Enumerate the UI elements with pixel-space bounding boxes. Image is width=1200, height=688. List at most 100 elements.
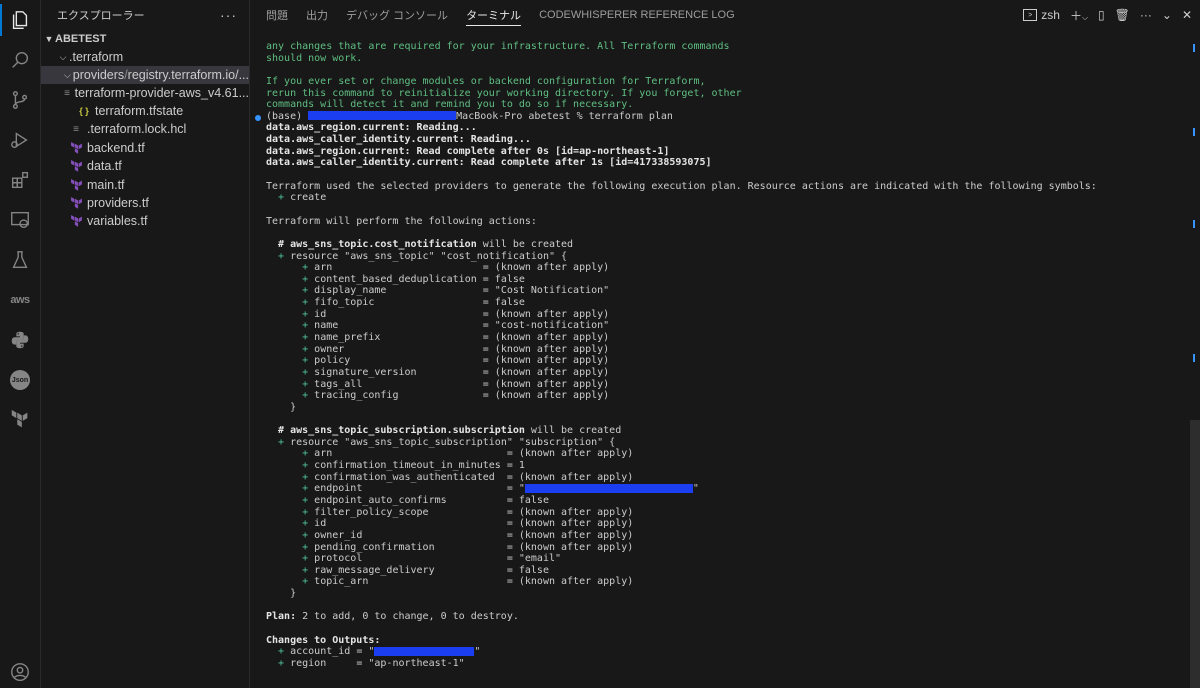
terminal-line: + endpoint_auto_confirms = false — [266, 495, 1180, 507]
terraform-file-icon — [69, 214, 83, 228]
remote-explorer-icon[interactable] — [8, 208, 32, 232]
terminal-text: rerun this command to reinitialize your … — [266, 87, 742, 99]
terminal-line: + owner = (known after apply) — [266, 344, 1180, 356]
terminal-line: + region = "ap-northeast-1" — [266, 658, 1180, 670]
more-actions-icon[interactable]: ··· — [220, 7, 237, 23]
chevron-down-icon[interactable]: ⌄ — [1162, 8, 1172, 22]
terminal-line: + resource "aws_sns_topic_subscription" … — [266, 437, 1180, 449]
terminal-text: endpoint = " — [308, 483, 525, 495]
terminal-text: should now work. — [266, 52, 363, 64]
terminal-text: data.aws_caller_identity.current: Read c… — [266, 157, 712, 169]
terminal-line: + owner_id = (known after apply) — [266, 530, 1180, 542]
terminal-text: topic_arn = (known after apply) — [308, 576, 634, 588]
tree-item-label: terraform-provider-aws_v4.61... — [74, 86, 249, 100]
resource-comment: # aws_sns_topic.cost_notification — [278, 238, 477, 250]
terminal-output[interactable]: any changes that are required for your i… — [266, 41, 1180, 670]
panel-actions: > zsh ＋⌵ ▯ 🗑︎ ··· ⌄ ✕ — [1023, 0, 1192, 30]
tab-output[interactable]: 出力 — [306, 0, 328, 30]
tab-terminal[interactable]: ターミナル — [466, 0, 522, 30]
resource-comment-suffix: will be created — [476, 238, 574, 250]
trash-icon[interactable]: 🗑︎ — [1115, 8, 1130, 22]
extensions-icon[interactable] — [8, 168, 32, 192]
close-icon[interactable]: ✕ — [1182, 8, 1192, 22]
tree-item[interactable]: variables.tf — [41, 212, 249, 230]
source-control-icon[interactable] — [8, 88, 32, 112]
split-terminal-icon[interactable]: ▯ — [1098, 8, 1105, 22]
tab-problems[interactable]: 問題 — [266, 0, 288, 30]
terminal-text: account_id = " — [284, 646, 375, 658]
terminal-text: tracing_config = (known after apply) — [308, 390, 610, 402]
aws-icon[interactable]: aws — [8, 288, 32, 312]
tree-item[interactable]: ≡ terraform-provider-aws_v4.61... — [41, 84, 249, 102]
terraform-file-icon — [69, 196, 83, 210]
text-file-icon: ≡ — [64, 87, 70, 99]
tree-item[interactable]: main.tf — [41, 176, 249, 194]
tree-item[interactable]: ≡ .terraform.lock.hcl — [41, 120, 249, 138]
tab-codewhisperer-log[interactable]: CODEWHISPERER REFERENCE LOG — [539, 0, 735, 30]
more-icon[interactable]: ··· — [1140, 8, 1152, 22]
terminal-text: Terraform used the selected providers to… — [266, 180, 1097, 192]
quote: " — [474, 646, 481, 658]
account-icon[interactable] — [8, 660, 32, 684]
scroll-marker — [1193, 44, 1195, 52]
terminal-selector[interactable]: > zsh — [1023, 8, 1060, 22]
plan-summary: 2 to add, 0 to change, 0 to destroy. — [296, 611, 519, 623]
scroll-marker — [1193, 354, 1195, 362]
json-icon[interactable]: Json — [8, 368, 32, 392]
python-icon[interactable] — [8, 328, 32, 352]
terminal-text: Changes to Outputs: — [266, 634, 381, 646]
explorer-icon[interactable] — [8, 8, 32, 32]
tree-item[interactable]: ⌵ providers / registry.terraform.io/... — [41, 66, 249, 84]
tree-item-label: terraform.tfstate — [95, 104, 184, 118]
testing-icon[interactable] — [8, 248, 32, 272]
scroll-thumb[interactable] — [1190, 420, 1200, 688]
tab-debug-console[interactable]: デバッグ コンソール — [346, 0, 448, 30]
terraform-file-icon — [69, 178, 83, 192]
tree-item[interactable]: backend.tf — [41, 139, 249, 157]
tree-item[interactable]: data.tf — [41, 157, 249, 175]
terminal-line: + filter_policy_scope = (known after app… — [266, 507, 1180, 519]
terminal-line: any changes that are required for your i… — [266, 41, 1180, 53]
terminal-line: commands will detect it and remind you t… — [266, 99, 1180, 111]
workspace-root-label: ABETEST — [55, 33, 107, 45]
terminal-text: display_name = "Cost Notification" — [308, 285, 610, 297]
tree-item[interactable]: ⌵ .terraform — [41, 48, 249, 66]
search-icon[interactable] — [8, 48, 32, 72]
terminal-text: id = (known after apply) — [308, 308, 610, 320]
terminal-text: data.aws_caller_identity.current: Readin… — [266, 134, 531, 146]
tree-item[interactable]: providers.tf — [41, 194, 249, 212]
tree-item[interactable]: { } terraform.tfstate — [41, 102, 249, 120]
panel-tabs: 問題 出力 デバッグ コンソール ターミナル CODEWHISPERER REF… — [250, 0, 753, 30]
terminal-text: commands will detect it and remind you t… — [266, 99, 634, 111]
chevron-down-icon: ⌵ — [59, 51, 67, 62]
redacted-username — [308, 111, 457, 121]
command-decoration-icon — [255, 115, 261, 121]
terraform-file-icon — [69, 141, 83, 155]
tree-item-label: providers — [72, 68, 125, 82]
workspace-root[interactable]: ▼ ABETEST — [41, 30, 249, 48]
explorer-header: エクスプローラー ··· — [41, 0, 249, 30]
terminal-text: } — [266, 588, 297, 600]
terraform-icon[interactable] — [8, 408, 32, 432]
activity-bar: aws Json — [0, 0, 41, 688]
new-terminal-icon[interactable]: ＋⌵ — [1070, 7, 1088, 24]
tree-item-label: backend.tf — [87, 141, 145, 155]
run-debug-icon[interactable] — [8, 128, 32, 152]
terminal-text: name = "cost-notification" — [308, 320, 610, 332]
terminal-line: + pending_confirmation = (known after ap… — [266, 542, 1180, 554]
